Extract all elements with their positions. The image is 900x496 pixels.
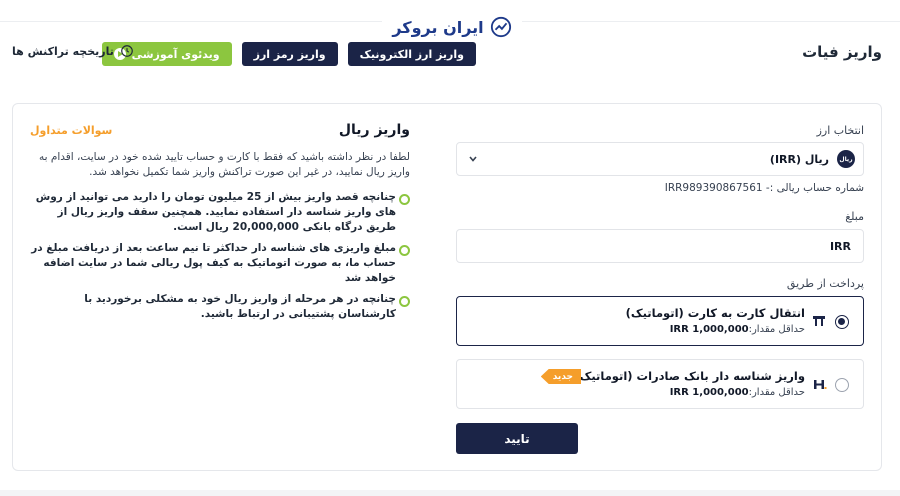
transaction-history-link[interactable]: تاریخچه تراکنش ها: [12, 44, 134, 58]
brand-name: ایران بروکر: [392, 17, 484, 37]
tab-label: واریز رمز ارز: [253, 47, 326, 61]
amount-input[interactable]: [456, 229, 864, 263]
header-tabs: واریز ارز الکترونیک واریز رمز ارز ویدئوی…: [101, 42, 476, 66]
info-title: واریز ریال: [338, 122, 410, 138]
radio-unselected[interactable]: [835, 378, 849, 392]
account-number: شماره حساب ریالی :- IRR989390867561: [664, 182, 864, 194]
bank-saderat-icon: [814, 380, 827, 389]
tab-electronic-currency-deposit[interactable]: واریز ارز الکترونیک: [347, 42, 476, 66]
tab-label: واریز ارز الکترونیک: [359, 47, 464, 61]
method-minimum: حداقل مقدار:IRR 1,000,000: [670, 324, 805, 335]
payment-method-label: پرداخت از طریق: [786, 277, 864, 290]
info-description: لطفا در نظر داشته باشید که فقط با کارت و…: [38, 151, 410, 178]
new-badge: جدید: [540, 369, 581, 384]
list-item: مبلغ واریزی های شناسه دار حداکثر تا نیم …: [30, 241, 410, 286]
brand-logo[interactable]: ایران بروکر: [382, 12, 522, 42]
method-bank-saderat[interactable]: واریز شناسه دار بانک صادرات (اتوماتیک) ح…: [456, 359, 864, 409]
currency-label: انتخاب ارز: [816, 124, 864, 137]
clock-history-icon: [121, 45, 133, 57]
confirm-button[interactable]: تایید: [456, 423, 578, 454]
page-title: واریز فیات: [802, 43, 882, 61]
bottom-strip: [0, 490, 900, 496]
card-transfer-icon: [813, 316, 825, 326]
faq-link[interactable]: سوالات متداول: [30, 124, 112, 137]
list-item: چنانچه در هر مرحله از واریز ریال خود به …: [30, 292, 410, 322]
currency-value: ریال (IRR): [769, 152, 829, 166]
min-label: حداقل مقدار:: [748, 387, 805, 398]
method-title: انتقال کارت به کارت (اتوماتیک): [625, 306, 805, 320]
method-minimum: حداقل مقدار:IRR 1,000,000: [670, 387, 805, 398]
tab-crypto-deposit[interactable]: واریز رمز ارز: [241, 42, 338, 66]
info-bullets: چنانچه قصد واریز بیش از 25 میلیون تومان …: [30, 190, 410, 328]
amount-label: مبلغ: [845, 210, 864, 223]
info-panel: واریز ریال سوالات متداول لطفا در نظر داش…: [30, 104, 410, 470]
radio-selected[interactable]: [835, 315, 849, 329]
min-value: IRR 1,000,000: [669, 387, 749, 398]
list-item: چنانچه قصد واریز بیش از 25 میلیون تومان …: [30, 190, 410, 235]
history-label: تاریخچه تراکنش ها: [12, 44, 114, 58]
min-label: حداقل مقدار:: [748, 324, 805, 335]
rial-currency-icon: ریال: [837, 150, 855, 168]
method-card-to-card[interactable]: انتقال کارت به کارت (اتوماتیک) حداقل مقد…: [456, 296, 864, 346]
min-value: IRR 1,000,000: [669, 324, 749, 335]
trend-chart-icon: [490, 16, 511, 38]
deposit-card: انتخاب ارز ریال ریال (IRR) شماره حساب ری…: [12, 103, 882, 471]
currency-select[interactable]: ریال ریال (IRR): [456, 142, 864, 176]
tab-label: ویدئوی آموزشی: [131, 47, 220, 61]
method-title: واریز شناسه دار بانک صادرات (اتوماتیک): [574, 369, 805, 383]
chevron-down-icon: [469, 156, 477, 162]
deposit-form: انتخاب ارز ریال ریال (IRR) شماره حساب ری…: [456, 104, 864, 470]
